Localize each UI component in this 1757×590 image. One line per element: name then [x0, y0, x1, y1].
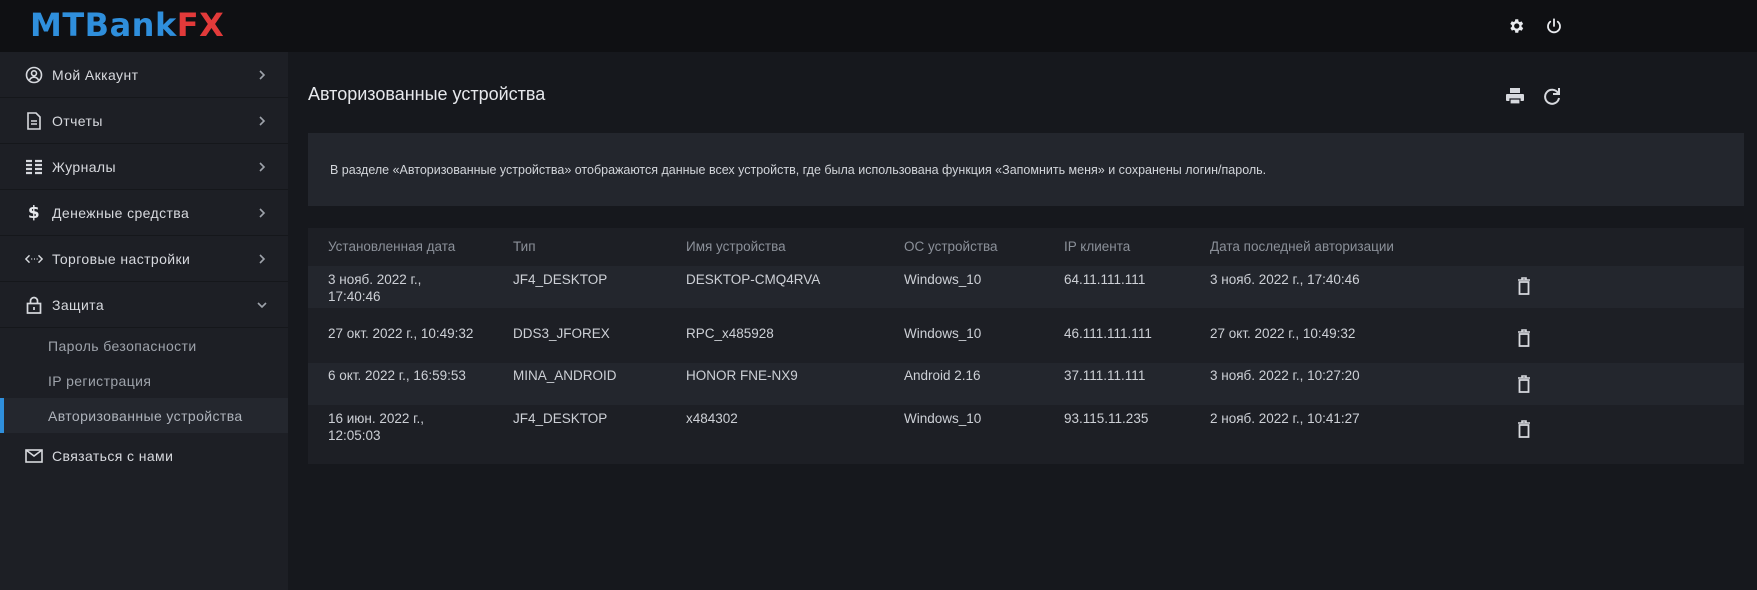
cell-device-name: x484302 [686, 411, 738, 426]
chevron-down-icon [257, 301, 267, 308]
cell-device-name: DESKTOP-CMQ4RVA [686, 272, 821, 287]
column-header: Имя устройства [686, 239, 786, 254]
envelope-icon [25, 447, 43, 465]
cell-ip: 93.115.11.235 [1064, 411, 1149, 426]
top-bar: MTBankFX [0, 0, 1757, 52]
info-text: В разделе «Авторизованные устройства» от… [330, 162, 1267, 177]
sidebar: Мой Аккаунт Отчеты Журналы $ Денежные ср… [0, 52, 288, 590]
cell-ip: 46.111.111.111 [1064, 326, 1152, 341]
logo[interactable]: MTBankFX [30, 6, 224, 44]
sidebar-item-label: Мой Аккаунт [52, 66, 139, 83]
cell-device-name: RPC_x485928 [686, 326, 774, 341]
column-header: Дата последней авторизации [1210, 239, 1394, 254]
info-box: В разделе «Авторизованные устройства» от… [308, 133, 1744, 206]
cell-last-auth: 27 окт. 2022 г., 10:49:32 [1210, 326, 1356, 341]
cell-last-auth: 2 нояб. 2022 г., 10:41:27 [1210, 411, 1360, 426]
sidebar-item-reports[interactable]: Отчеты [0, 98, 288, 144]
page-title: Авторизованные устройства [308, 84, 546, 104]
lock-icon [25, 296, 43, 314]
logo-main: MTBank [30, 6, 177, 44]
chevron-right-icon [259, 161, 266, 172]
sidebar-item-contact[interactable]: Связаться с нами [0, 433, 288, 479]
cell-last-auth: 3 нояб. 2022 г., 17:40:46 [1210, 272, 1360, 287]
chevron-right-icon [259, 207, 266, 218]
sidebar-item-label: Отчеты [52, 112, 103, 129]
sidebar-subitem-label: IP регистрация [48, 372, 152, 389]
document-icon [25, 111, 43, 130]
cell-os: Windows_10 [904, 326, 982, 341]
cell-os: Windows_10 [904, 411, 982, 426]
column-header: Тип [513, 239, 536, 254]
sidebar-item-label: Денежные средства [52, 204, 190, 221]
cell-installed-date: 3 нояб. 2022 г., 17:40:46 [328, 272, 422, 304]
journal-icon [25, 158, 43, 176]
sidebar-item-security[interactable]: Защита [0, 282, 288, 328]
cell-last-auth: 3 нояб. 2022 г., 10:27:20 [1210, 368, 1360, 383]
code-arrows-icon [25, 250, 43, 268]
table-row: 6 окт. 2022 г., 16:59:53 MINA_ANDROID HO… [308, 363, 1744, 405]
sidebar-item-trading-settings[interactable]: Торговые настройки [0, 236, 288, 282]
gear-icon[interactable] [1507, 17, 1525, 35]
dollar-icon: $ [27, 202, 41, 223]
cell-type: JF4_DESKTOP [513, 272, 608, 287]
cell-os: Windows_10 [904, 272, 982, 287]
sidebar-item-label: Торговые настройки [52, 250, 191, 267]
chevron-right-icon [259, 253, 266, 264]
logo-accent: FX [176, 6, 225, 44]
chevron-right-icon [259, 69, 266, 80]
sidebar-item-label: Связаться с нами [52, 448, 174, 464]
trash-icon[interactable] [1517, 329, 1531, 347]
power-icon[interactable] [1545, 17, 1563, 35]
table-row: 27 окт. 2022 г., 10:49:32 DDS3_JFOREX RP… [308, 321, 1744, 363]
sidebar-subitem-authorized-devices[interactable]: Авторизованные устройства [0, 398, 288, 433]
cell-device-name: HONOR FNE-NX9 [686, 368, 798, 383]
chevron-right-icon [259, 115, 266, 126]
devices-table: Установленная дата Тип Имя устройства ОС… [308, 228, 1744, 464]
cell-ip: 64.11.111.111 [1064, 272, 1146, 287]
cell-installed-date: 27 окт. 2022 г., 10:49:32 [328, 326, 474, 341]
printer-icon[interactable] [1505, 86, 1525, 106]
refresh-icon[interactable] [1542, 86, 1562, 106]
table-row: 3 нояб. 2022 г., 17:40:46 JF4_DESKTOP DES… [308, 266, 1744, 308]
cell-type: MINA_ANDROID [513, 368, 617, 383]
trash-icon[interactable] [1517, 420, 1531, 438]
cell-installed-date: 6 окт. 2022 г., 16:59:53 [328, 368, 466, 383]
column-header: IP клиента [1064, 239, 1131, 254]
sidebar-subitem-security-password[interactable]: Пароль безопасности [0, 328, 288, 363]
sidebar-item-journals[interactable]: Журналы [0, 144, 288, 190]
sidebar-item-funds[interactable]: $ Денежные средства [0, 190, 288, 236]
column-header: ОС устройства [904, 239, 998, 254]
trash-icon[interactable] [1517, 277, 1531, 295]
sidebar-subitem-label: Пароль безопасности [48, 337, 197, 354]
column-header: Установленная дата [328, 239, 456, 254]
cell-type: JF4_DESKTOP [513, 411, 608, 426]
sidebar-subitem-ip-registration[interactable]: IP регистрация [0, 363, 288, 398]
sidebar-item-label: Защита [52, 296, 105, 313]
user-circle-icon [25, 66, 43, 84]
cell-os: Android 2.16 [904, 368, 981, 383]
sidebar-item-label: Журналы [52, 158, 116, 175]
cell-installed-date: 16 июн. 2022 г., 12:05:03 [328, 411, 424, 443]
sidebar-subitem-label: Авторизованные устройства [48, 407, 243, 424]
sidebar-item-account[interactable]: Мой Аккаунт [0, 52, 288, 98]
cell-type: DDS3_JFOREX [513, 326, 610, 341]
table-row: 16 июн. 2022 г., 12:05:03 JF4_DESKTOP x48… [308, 406, 1744, 448]
cell-ip: 37.111.11.111 [1064, 368, 1146, 383]
trash-icon[interactable] [1517, 375, 1531, 393]
